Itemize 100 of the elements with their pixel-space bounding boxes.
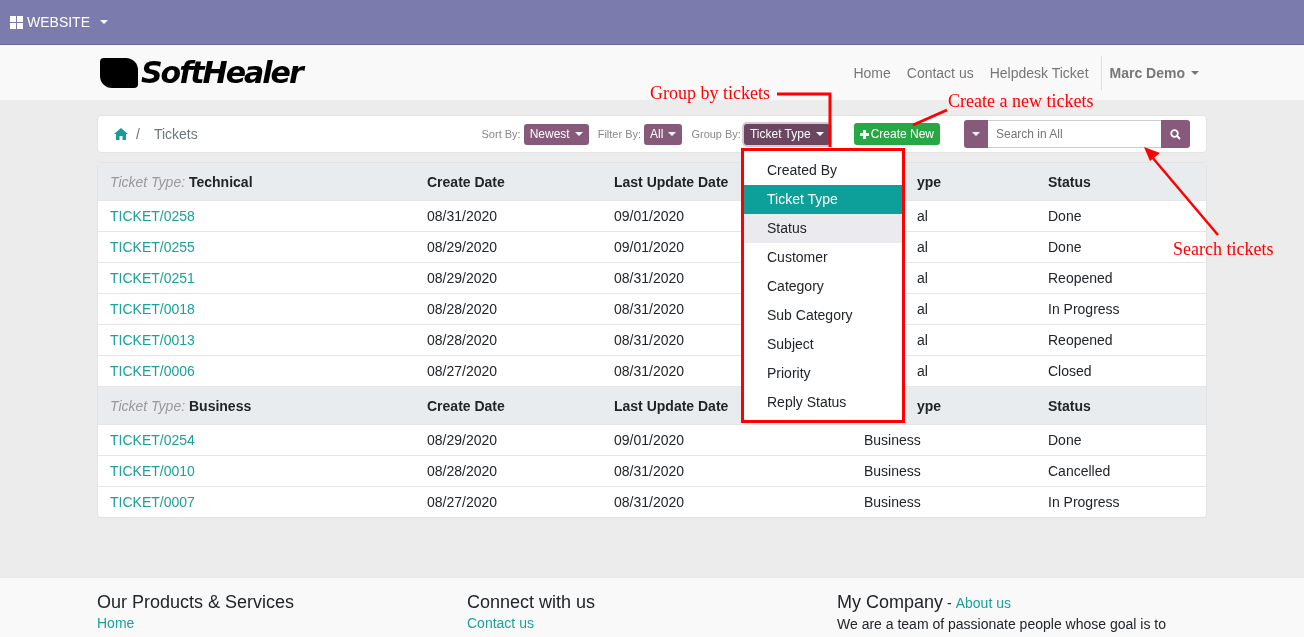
table-cell: Business (864, 494, 921, 510)
table-cell: Reopened (1048, 270, 1113, 286)
menu-item[interactable]: Reply Status (744, 388, 902, 417)
caret-icon (668, 132, 677, 136)
column-header: Last Update Date (614, 173, 729, 190)
column-header: Status (1048, 397, 1091, 414)
table-cell: 08/28/2020 (427, 301, 498, 317)
table-cell: Cancelled (1048, 463, 1111, 479)
toolbar-label: Sort By: (481, 128, 521, 140)
column-header: Last Update Date (614, 397, 729, 414)
ticket-link[interactable]: TICKET/0255 (110, 239, 195, 255)
ticket-link[interactable]: TICKET/0251 (110, 270, 195, 286)
table-cell: 08/28/2020 (427, 332, 498, 348)
menu-item[interactable]: Priority (744, 359, 902, 388)
group-header: Ticket Type: Business (110, 397, 252, 414)
table-cell: 08/31/2020 (614, 301, 685, 317)
footer-heading: My Company (837, 592, 944, 612)
user-menu[interactable]: Marc Demo (1101, 64, 1207, 81)
search-icon (1170, 128, 1181, 140)
toolbar-label: Group By: (691, 128, 741, 140)
search-button[interactable] (1161, 120, 1190, 148)
group-dropdown[interactable]: Ticket Type (743, 123, 830, 145)
table-cell: al (917, 363, 928, 379)
column-header: ype (917, 173, 942, 190)
table-cell: 09/01/2020 (614, 239, 685, 255)
footer-link[interactable]: Contact us (467, 615, 837, 631)
ticket-link[interactable]: TICKET/0254 (110, 432, 195, 448)
table-cell: 08/29/2020 (427, 239, 498, 255)
table-cell: al (917, 208, 928, 224)
table-cell: 08/29/2020 (427, 432, 498, 448)
ticket-link[interactable]: TICKET/0258 (110, 208, 195, 224)
footer-link[interactable]: Home (97, 615, 467, 631)
nav-link[interactable]: Helpdesk Ticket (981, 64, 1097, 81)
menu-item[interactable]: Ticket Type (744, 185, 902, 214)
ticket-link[interactable]: TICKET/0010 (110, 463, 195, 479)
logo-text: SoftHealer (141, 57, 302, 88)
search-field[interactable]: Search in All (988, 120, 1161, 148)
table-cell: 08/31/2020 (427, 208, 498, 224)
annotation-label: Search tickets (1173, 239, 1274, 260)
toolbar-label: Filter By: (597, 128, 642, 140)
ticket-link[interactable]: TICKET/0006 (110, 363, 195, 379)
caret-icon (815, 132, 824, 136)
table-cell: Done (1048, 432, 1082, 448)
table-cell: 09/01/2020 (614, 432, 685, 448)
footer-link[interactable]: About us (955, 593, 1011, 613)
table-cell: 08/31/2020 (614, 270, 685, 286)
caret-icon (100, 20, 108, 24)
ticket-link[interactable]: TICKET/0013 (110, 332, 195, 348)
footer-heading: Connect with us (467, 592, 596, 612)
logo-mark-icon (100, 57, 138, 88)
table-cell: Done (1048, 208, 1082, 224)
table-cell: Reopened (1048, 332, 1113, 348)
table-cell: Closed (1048, 363, 1092, 379)
breadcrumb-current: Tickets (153, 126, 198, 142)
menu-item[interactable]: Created By (744, 156, 902, 185)
column-header: Create Date (427, 397, 505, 414)
menu-item[interactable]: Sub Category (744, 301, 902, 330)
annotation-label: Create a new tickets (948, 91, 1094, 112)
table-cell: 08/28/2020 (427, 463, 498, 479)
footer-text: We are a team of passionate people whose goal is to (837, 616, 1167, 632)
caret-icon (1191, 70, 1199, 75)
filter-dropdown[interactable]: All (644, 123, 683, 145)
ticket-link[interactable]: TICKET/0018 (110, 301, 195, 317)
table-cell: In Progress (1048, 494, 1120, 510)
table-cell: Business (864, 463, 921, 479)
table-cell: 08/27/2020 (427, 494, 498, 510)
annotation-label: Group by tickets (650, 83, 770, 104)
grid-icon (10, 15, 23, 29)
table-cell: 08/31/2020 (614, 332, 685, 348)
table-cell: 08/27/2020 (427, 363, 498, 379)
menu-item[interactable]: Customer (744, 243, 902, 272)
column-header: Status (1048, 173, 1091, 190)
home-icon[interactable] (114, 128, 128, 140)
nav-link[interactable]: Home (845, 64, 899, 81)
table-cell: al (917, 332, 928, 348)
create-button[interactable]: Create New (853, 123, 940, 145)
table-cell: 08/31/2020 (614, 494, 685, 510)
ticket-link[interactable]: TICKET/0007 (110, 494, 195, 510)
group-header: Ticket Type: Technical (110, 173, 253, 190)
table-cell: In Progress (1048, 301, 1120, 317)
column-header: Create Date (427, 173, 505, 190)
menu-item[interactable]: Subject (744, 330, 902, 359)
table-cell: al (917, 239, 928, 255)
table-cell: al (917, 301, 928, 317)
sort-dropdown[interactable]: Newest (523, 123, 589, 145)
menu-item[interactable]: Status (744, 214, 902, 243)
table-cell: 08/31/2020 (614, 363, 685, 379)
nav-link[interactable]: Contact us (898, 64, 982, 81)
caret-icon (574, 132, 583, 136)
search-filter-toggle[interactable] (964, 120, 988, 148)
breadcrumb-separator: / (136, 126, 140, 142)
column-header: ype (917, 397, 942, 414)
table-cell: al (917, 270, 928, 286)
footer-separator: - (947, 594, 952, 613)
table-cell: Done (1048, 239, 1082, 255)
footer-heading: Our Products & Services (97, 592, 295, 612)
table-cell: 08/31/2020 (614, 463, 685, 479)
menu-item[interactable]: Category (744, 272, 902, 301)
table-cell: 09/01/2020 (614, 208, 685, 224)
website-menu-button[interactable]: WEBSITE (10, 14, 108, 30)
